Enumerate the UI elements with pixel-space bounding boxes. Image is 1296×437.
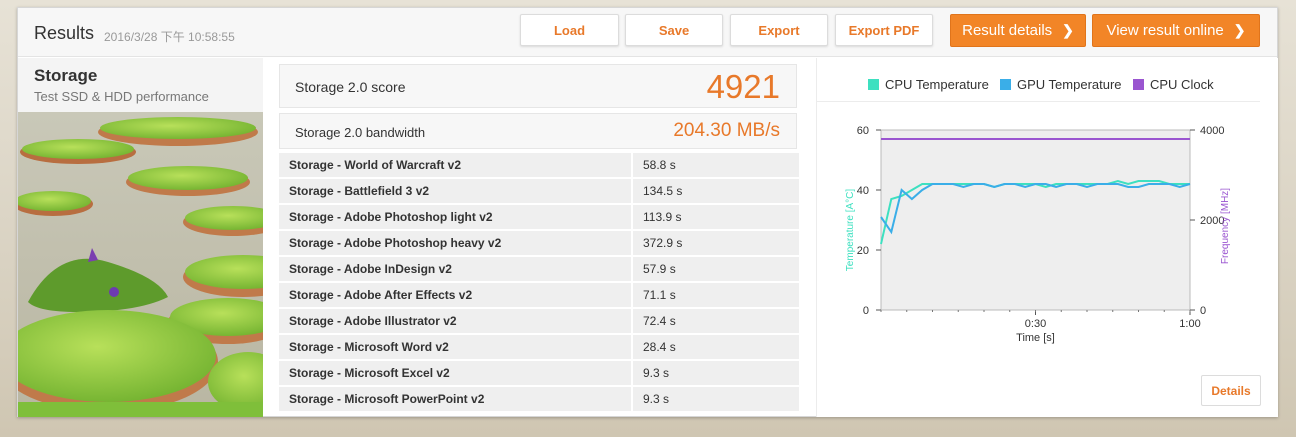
result-name: Storage - Battlefield 3 v2: [279, 179, 631, 203]
y-left-tick-label: 0: [863, 305, 869, 317]
result-name: Storage - World of Warcraft v2: [279, 153, 631, 177]
export-button[interactable]: Export: [730, 14, 828, 46]
y-left-tick-label: 20: [857, 245, 869, 257]
table-row: Storage - Adobe After Effects v2 71.1 s: [279, 283, 799, 309]
results-table: Storage - World of Warcraft v2 58.8 s St…: [279, 153, 799, 413]
test-info: Storage Test SSD & HDD performance: [18, 58, 263, 417]
table-row: Storage - Adobe Photoshop light v2 113.9…: [279, 205, 799, 231]
chevron-right-icon: ❯: [1062, 22, 1074, 38]
table-row: Storage - Microsoft PowerPoint v2 9.3 s: [279, 387, 799, 413]
y-right-axis-label: Frequency [MHz]: [1220, 188, 1231, 264]
legend-cpu-clock[interactable]: CPU Clock: [1133, 77, 1214, 92]
y-right-tick-label: 0: [1200, 305, 1206, 317]
x-tick-label: 1:00: [1179, 318, 1200, 330]
y-left-axis-label: Temperature [A°C]: [845, 189, 856, 272]
table-row: Storage - Adobe Illustrator v2 72.4 s: [279, 309, 799, 335]
legend-gpu-temperature[interactable]: GPU Temperature: [1000, 77, 1122, 92]
legend-swatch: [1133, 79, 1144, 90]
x-axis-label: Time [s]: [1016, 332, 1055, 344]
score-value: 4921: [706, 68, 780, 105]
result-name: Storage - Adobe InDesign v2: [279, 257, 631, 281]
result-value: 57.9 s: [633, 257, 799, 281]
table-row: Storage - Adobe InDesign v2 57.9 s: [279, 257, 799, 283]
legend-label: GPU Temperature: [1017, 77, 1122, 92]
result-name: Storage - Microsoft Excel v2: [279, 361, 631, 385]
result-value: 28.4 s: [633, 335, 799, 359]
score-box: Storage 2.0 score 4921: [279, 64, 797, 108]
result-name: Storage - Microsoft PowerPoint v2: [279, 387, 631, 411]
y-left-tick-label: 60: [857, 125, 869, 137]
bandwidth-label: Storage 2.0 bandwidth: [295, 125, 426, 140]
load-button[interactable]: Load: [520, 14, 619, 46]
table-row: Storage - Adobe Photoshop heavy v2 372.9…: [279, 231, 799, 257]
results-header: Results 2016/3/28 下午 10:58:55 Load Save …: [18, 8, 1277, 57]
view-result-online-button[interactable]: View result online ❯: [1092, 14, 1260, 47]
chart-legend: CPU Temperature GPU Temperature CPU Cloc…: [817, 58, 1260, 102]
legend-label: CPU Temperature: [885, 77, 989, 92]
x-tick-label: 0:30: [1025, 318, 1046, 330]
result-name: Storage - Adobe After Effects v2: [279, 283, 631, 307]
result-value: 372.9 s: [633, 231, 799, 255]
bandwidth-box: Storage 2.0 bandwidth 204.30 MB/s: [279, 113, 797, 149]
legend-swatch: [1000, 79, 1011, 90]
y-right-tick-label: 4000: [1200, 125, 1224, 137]
result-value: 71.1 s: [633, 283, 799, 307]
view-result-online-label: View result online: [1106, 22, 1224, 39]
legend-label: CPU Clock: [1150, 77, 1214, 92]
details-button[interactable]: Details: [1201, 375, 1261, 406]
table-row: Storage - Microsoft Word v2 28.4 s: [279, 335, 799, 361]
score-label: Storage 2.0 score: [295, 79, 406, 95]
legend-swatch: [868, 79, 879, 90]
plot-area: [880, 129, 1191, 311]
result-name: Storage - Adobe Photoshop light v2: [279, 205, 631, 229]
test-description: Test SSD & HDD performance: [34, 89, 209, 104]
monitoring-chart: 02040600200040000:30 1:00Time [s]Temperat…: [845, 125, 1231, 344]
result-timestamp: 2016/3/28 下午 10:58:55: [104, 30, 235, 44]
result-value: 58.8 s: [633, 153, 799, 177]
y-left-tick-label: 40: [857, 185, 869, 197]
result-value: 134.5 s: [633, 179, 799, 203]
result-name: Storage - Microsoft Word v2: [279, 335, 631, 359]
score-section: Storage 2.0 score 4921 Storage 2.0 bandw…: [279, 64, 799, 416]
result-value: 9.3 s: [633, 361, 799, 385]
results-panel: Results 2016/3/28 下午 10:58:55 Load Save …: [17, 7, 1278, 417]
monitoring-section: CPU Temperature GPU Temperature CPU Cloc…: [816, 58, 1278, 417]
chevron-right-icon: ❯: [1233, 22, 1246, 38]
test-name: Storage: [34, 66, 98, 85]
result-value: 113.9 s: [633, 205, 799, 229]
test-image: [18, 112, 263, 417]
result-details-label: Result details: [962, 22, 1053, 39]
page-title: Results: [34, 23, 95, 43]
bandwidth-value: 204.30 MB/s: [673, 120, 780, 141]
result-value: 9.3 s: [633, 387, 799, 411]
table-row: Storage - Battlefield 3 v2 134.5 s: [279, 179, 799, 205]
export-pdf-button[interactable]: Export PDF: [835, 14, 933, 46]
table-row: Storage - Microsoft Excel v2 9.3 s: [279, 361, 799, 387]
result-details-button[interactable]: Result details ❯: [950, 14, 1086, 47]
legend-cpu-temperature[interactable]: CPU Temperature: [868, 77, 989, 92]
result-value: 72.4 s: [633, 309, 799, 333]
table-row: Storage - World of Warcraft v2 58.8 s: [279, 153, 799, 179]
result-name: Storage - Adobe Photoshop heavy v2: [279, 231, 631, 255]
result-name: Storage - Adobe Illustrator v2: [279, 309, 631, 333]
save-button[interactable]: Save: [625, 14, 723, 46]
